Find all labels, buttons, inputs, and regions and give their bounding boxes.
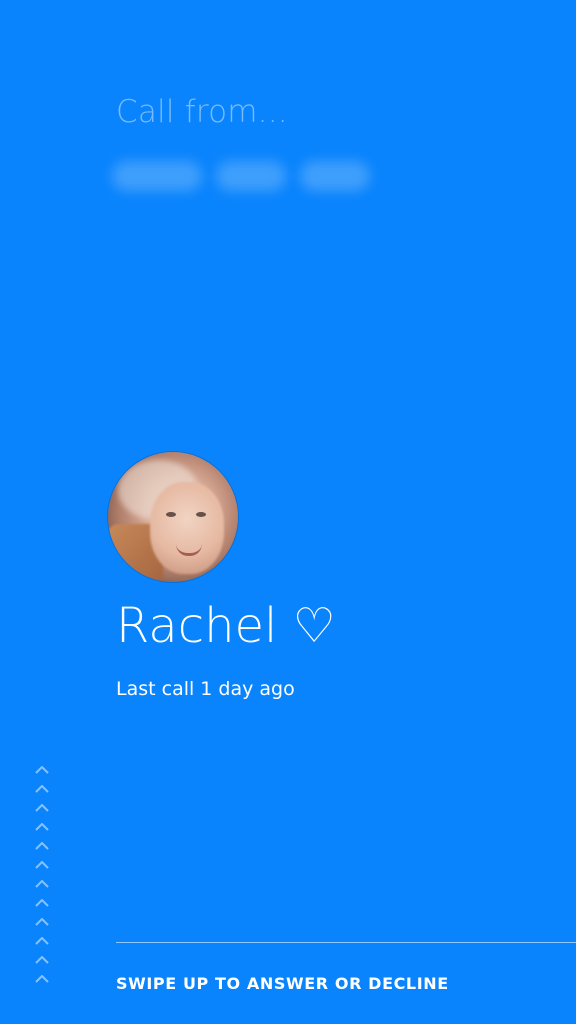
chevron-up-icon — [33, 781, 51, 800]
last-call-info: Last call 1 day ago — [116, 678, 295, 700]
chevron-up-icon — [33, 762, 51, 781]
chevron-up-icon — [33, 933, 51, 952]
chevron-up-icon — [33, 971, 51, 990]
chevron-up-icon — [33, 952, 51, 971]
redacted-segment — [112, 161, 202, 191]
chevron-up-icon — [33, 876, 51, 895]
redacted-segment — [216, 161, 286, 191]
contact-avatar — [108, 452, 238, 582]
redacted-segment — [300, 161, 370, 191]
chevron-up-icon — [33, 895, 51, 914]
contact-name: Rachel ♡ — [116, 598, 336, 654]
chevron-up-icon — [33, 800, 51, 819]
chevron-up-icon — [33, 819, 51, 838]
chevron-up-icon — [33, 914, 51, 933]
call-from-label: Call from... — [116, 94, 288, 130]
redacted-phone-number — [112, 150, 382, 202]
chevron-up-icon — [33, 857, 51, 876]
swipe-up-indicator[interactable] — [33, 762, 51, 990]
swipe-hint: SWIPE UP TO ANSWER OR DECLINE — [116, 974, 449, 993]
chevron-up-icon — [33, 838, 51, 857]
divider — [116, 942, 576, 943]
